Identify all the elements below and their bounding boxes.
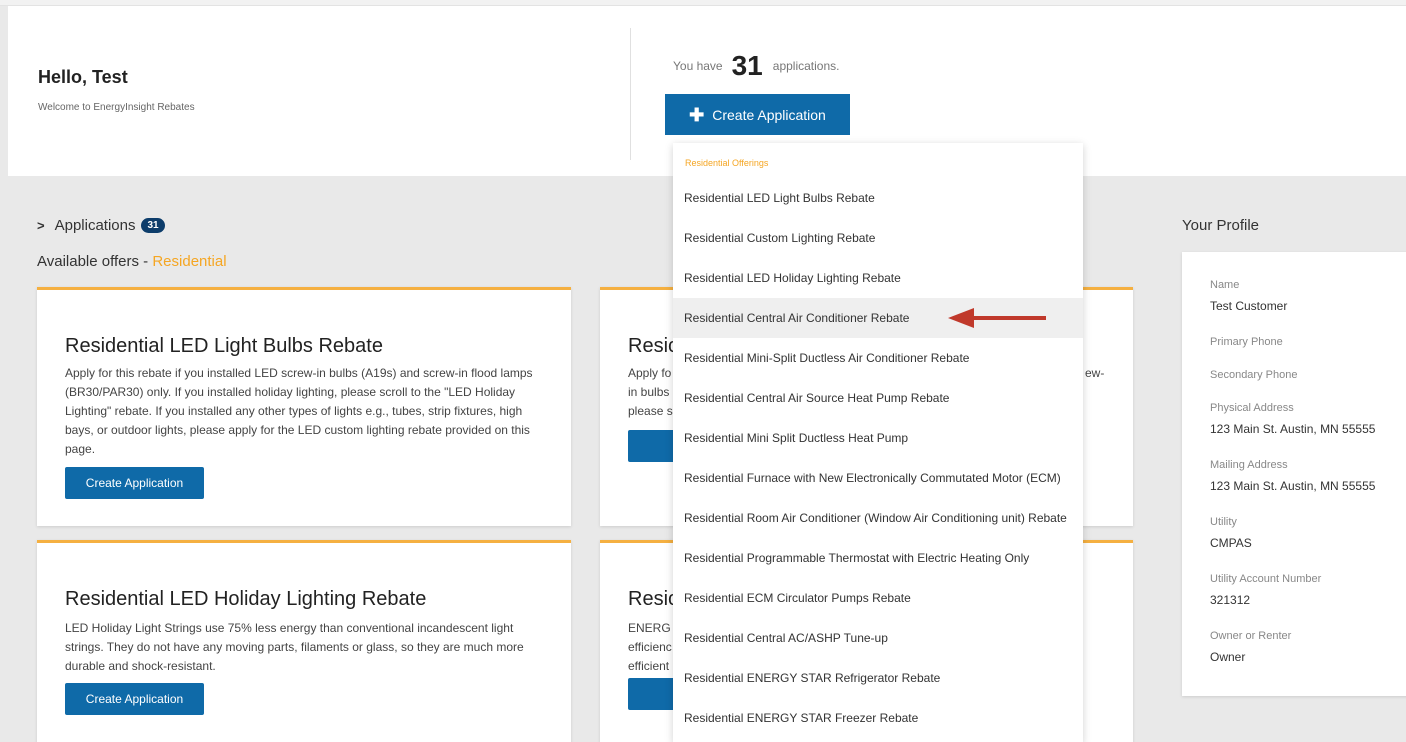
profile-field-value: 321312 bbox=[1210, 593, 1251, 607]
offer-card-description-line: in bulbs bbox=[628, 385, 670, 399]
red-arrow-icon bbox=[948, 308, 1046, 328]
application-count: You have 31 applications. bbox=[673, 50, 839, 82]
profile-field-label: Primary Phone bbox=[1210, 336, 1283, 348]
profile-field-primary-phone: Primary Phone bbox=[1210, 336, 1283, 348]
profile-field-value: CMPAS bbox=[1210, 536, 1252, 550]
offer-card-title: Resic bbox=[628, 335, 679, 357]
plus-icon: ✚ bbox=[689, 104, 705, 125]
create-application-button[interactable]: ✚ Create Application bbox=[665, 94, 850, 135]
count-number: 31 bbox=[731, 50, 763, 81]
profile-field-value: Owner bbox=[1210, 650, 1246, 664]
profile-field-value: 123 Main St. Austin, MN 55555 bbox=[1210, 479, 1376, 493]
dropdown-item-energy-star-refrigerator[interactable]: Residential ENERGY STAR Refrigerator Reb… bbox=[673, 658, 1083, 698]
offer-create-application-button[interactable]: Create Application bbox=[65, 467, 204, 499]
offer-card-description-line: ENERG bbox=[628, 621, 671, 635]
count-prefix: You have bbox=[673, 59, 723, 73]
applications-badge: 31 bbox=[141, 218, 165, 233]
dropdown-item-energy-star-freezer[interactable]: Residential ENERGY STAR Freezer Rebate bbox=[673, 698, 1083, 738]
profile-field-label: Name bbox=[1210, 279, 1240, 291]
profile-panel: Name Test Customer Primary Phone Seconda… bbox=[1182, 252, 1406, 696]
dropdown-item-central-ac-tune-up[interactable]: Residential Central AC/ASHP Tune-up bbox=[673, 618, 1083, 658]
offer-card-title: Residential LED Holiday Lighting Rebate bbox=[65, 588, 427, 610]
offer-card-description: Apply for this rebate if you installed L… bbox=[65, 366, 533, 456]
greeting-title: Hello, Test bbox=[38, 67, 128, 87]
profile-title: Your Profile bbox=[1182, 217, 1259, 234]
welcome-text: Welcome to EnergyInsight Rebates bbox=[38, 102, 195, 113]
profile-field-label: Utility bbox=[1210, 516, 1237, 528]
profile-field-label: Owner or Renter bbox=[1210, 630, 1292, 642]
profile-field-value: 123 Main St. Austin, MN 55555 bbox=[1210, 422, 1376, 436]
dropdown-group-header: Residential Offerings bbox=[685, 158, 769, 168]
dropdown-item-room-air-conditioner[interactable]: Residential Room Air Conditioner (Window… bbox=[673, 498, 1083, 538]
profile-field-utility-account: Utility Account Number 321312 bbox=[1210, 573, 1321, 607]
dropdown-item-furnace-ecm[interactable]: Residential Furnace with New Electronica… bbox=[673, 458, 1083, 498]
available-offers-category: Residential bbox=[152, 253, 227, 270]
profile-field-owner-renter: Owner or Renter Owner bbox=[1210, 630, 1291, 664]
dropdown-item-programmable-thermostat[interactable]: Residential Programmable Thermostat with… bbox=[673, 538, 1083, 578]
dropdown-item-led-light-bulbs[interactable]: Residential LED Light Bulbs Rebate bbox=[673, 178, 1083, 218]
dropdown-item-custom-lighting[interactable]: Residential Custom Lighting Rebate bbox=[673, 218, 1083, 258]
profile-field-physical-address: Physical Address 123 Main St. Austin, MN… bbox=[1210, 402, 1375, 436]
header-divider bbox=[630, 28, 631, 160]
profile-field-secondary-phone: Secondary Phone bbox=[1210, 369, 1297, 381]
offer-card-description-line: efficienc bbox=[628, 640, 672, 654]
profile-field-label: Mailing Address bbox=[1210, 459, 1288, 471]
offer-card-description-line: please s bbox=[628, 404, 673, 418]
create-application-dropdown: Residential Offerings Residential LED Li… bbox=[673, 143, 1083, 742]
dropdown-item-central-air-source-heat-pump[interactable]: Residential Central Air Source Heat Pump… bbox=[673, 378, 1083, 418]
offer-card-led-holiday: Residential LED Holiday Lighting Rebate … bbox=[37, 540, 571, 742]
profile-field-utility: Utility CMPAS bbox=[1210, 516, 1252, 550]
applications-toggle[interactable]: > Applications 31 bbox=[37, 217, 165, 234]
chevron-right-icon: > bbox=[37, 218, 45, 233]
dropdown-item-led-holiday-lighting[interactable]: Residential LED Holiday Lighting Rebate bbox=[673, 258, 1083, 298]
dropdown-item-mini-split-heat-pump[interactable]: Residential Mini Split Ductless Heat Pum… bbox=[673, 418, 1083, 458]
dropdown-item-ecm-circulator-pumps[interactable]: Residential ECM Circulator Pumps Rebate bbox=[673, 578, 1083, 618]
profile-field-label: Utility Account Number bbox=[1210, 573, 1322, 585]
dropdown-item-mini-split-ac[interactable]: Residential Mini-Split Ductless Air Cond… bbox=[673, 338, 1083, 378]
available-offers-prefix: Available offers - bbox=[37, 253, 153, 270]
offer-card-title: Resic bbox=[628, 588, 679, 610]
offer-create-application-button[interactable]: Create Application bbox=[65, 683, 204, 715]
profile-field-mailing-address: Mailing Address 123 Main St. Austin, MN … bbox=[1210, 459, 1375, 493]
available-offers-heading: Available offers - Residential bbox=[37, 253, 227, 270]
offer-card-title: Residential LED Light Bulbs Rebate bbox=[65, 335, 383, 357]
offer-card-description-line: Apply fo bbox=[628, 366, 672, 380]
create-application-label: Create Application bbox=[712, 106, 826, 123]
offer-card-description: LED Holiday Light Strings use 75% less e… bbox=[65, 621, 524, 673]
offer-card-description-line: efficient bbox=[628, 659, 670, 673]
profile-field-value: Test Customer bbox=[1210, 299, 1288, 313]
profile-field-name: Name Test Customer bbox=[1210, 279, 1287, 313]
profile-field-label: Physical Address bbox=[1210, 402, 1294, 414]
count-suffix: applications. bbox=[772, 59, 840, 73]
applications-label: Applications bbox=[54, 217, 136, 234]
offer-card-description-fragment: ew- bbox=[1085, 366, 1105, 380]
offer-card-led-bulbs: Residential LED Light Bulbs Rebate Apply… bbox=[37, 287, 571, 526]
profile-field-label: Secondary Phone bbox=[1210, 369, 1298, 381]
